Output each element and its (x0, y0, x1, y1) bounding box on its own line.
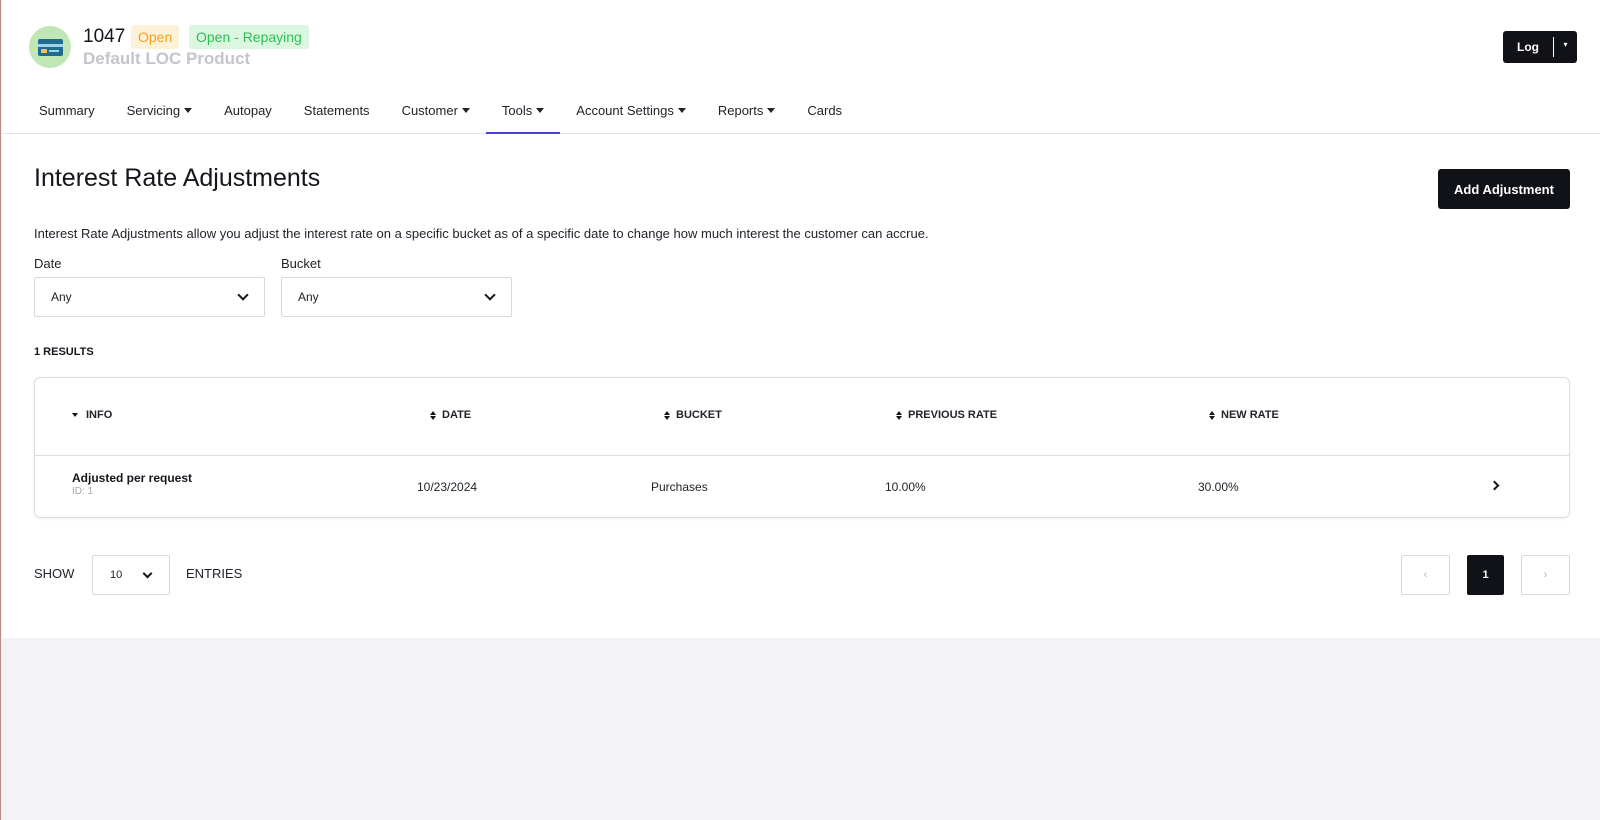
column-label: INFO (86, 409, 113, 421)
date-filter-label: Date (34, 256, 62, 271)
row-new-rate: 30.00% (1198, 480, 1239, 494)
results-count: 1 RESULTS (34, 346, 94, 358)
caret-down-icon (536, 107, 545, 113)
sort-icon (1209, 410, 1215, 420)
row-id: ID: 1 (72, 486, 94, 497)
nav-tab-customer[interactable]: Customer (386, 86, 486, 134)
account-id: 1047 (83, 26, 126, 47)
page-1-button[interactable]: 1 (1467, 555, 1504, 595)
caret-down-icon (767, 107, 776, 113)
substatus-badge: Open - Repaying (189, 25, 309, 49)
page-size-value: 10 (110, 569, 123, 581)
account-avatar (29, 26, 71, 68)
nav-tab-cards[interactable]: Cards (791, 86, 858, 134)
nav-tab-label: Servicing (126, 102, 181, 118)
nav-tab-account-settings[interactable]: Account Settings (560, 86, 702, 134)
nav-tab-label: Account Settings (576, 102, 674, 118)
page-size-select[interactable]: 10 (92, 555, 170, 595)
account-nav: Summary Servicing Autopay Statements Custome… (23, 86, 858, 135)
chevron-down-icon (237, 289, 249, 301)
next-page-button[interactable]: › (1521, 555, 1570, 595)
date-filter-select[interactable]: Any (34, 277, 265, 317)
add-adjustment-button[interactable]: Add Adjustment (1438, 169, 1570, 209)
status-badge: Open (131, 25, 180, 49)
product-name: Default LOC Product (83, 49, 251, 68)
nav-tab-label: Statements (303, 102, 370, 118)
app-page: 1047 Open Open - Repaying Default LOC Pr… (0, 0, 1600, 820)
show-label: SHOW (34, 566, 75, 581)
account-header: 1047 Open Open - Repaying Default LOC Pr… (2, 0, 1600, 135)
column-header-date[interactable]: DATE (430, 409, 471, 421)
prev-page-button[interactable]: ‹ (1401, 555, 1450, 595)
entries-label: ENTRIES (186, 566, 243, 581)
nav-tab-label: Customer (401, 102, 458, 118)
row-previous-rate: 10.00% (885, 480, 926, 494)
caret-down-icon (461, 107, 470, 113)
nav-tab-label: Summary (39, 102, 95, 118)
chevron-down-icon (484, 289, 496, 301)
log-button[interactable]: Log ▾ (1503, 31, 1577, 63)
bucket-filter-label: Bucket (281, 256, 321, 271)
nav-tab-label: Autopay (224, 102, 272, 118)
column-label: DATE (442, 409, 472, 421)
table-row[interactable]: Adjusted per request ID: 1 10/23/2024 Pu… (35, 456, 1569, 517)
page-title: Interest Rate Adjustments (34, 164, 321, 192)
nav-tab-servicing[interactable]: Servicing (111, 86, 208, 134)
sort-icon (430, 410, 436, 420)
date-filter-value: Any (51, 290, 72, 304)
bucket-filter-value: Any (298, 290, 319, 304)
nav-tab-reports[interactable]: Reports (702, 86, 792, 134)
sort-icon (664, 410, 670, 420)
sort-desc-icon (72, 413, 78, 417)
column-label: BUCKET (676, 409, 722, 421)
column-header-previous-rate[interactable]: PREVIOUS RATE (896, 409, 997, 421)
row-date: 10/23/2024 (417, 480, 478, 494)
column-header-new-rate[interactable]: NEW RATE (1209, 409, 1279, 421)
sort-icon (896, 410, 902, 420)
column-label: PREVIOUS RATE (908, 409, 998, 421)
nav-tab-statements[interactable]: Statements (288, 86, 386, 134)
row-bucket: Purchases (651, 480, 708, 494)
chevron-down-icon (142, 568, 153, 578)
column-header-info[interactable]: INFO (72, 409, 112, 421)
log-button-label[interactable]: Log (1503, 40, 1553, 54)
column-label: NEW RATE (1221, 409, 1279, 421)
adjustments-table: INFO DATE BUCKET PREVIOUS RATE NEW RATE (34, 377, 1570, 518)
credit-card-icon (37, 38, 63, 56)
caret-down-icon (184, 107, 193, 113)
table-header: INFO DATE BUCKET PREVIOUS RATE NEW RATE (35, 378, 1569, 456)
page-description: Interest Rate Adjustments allow you adju… (34, 226, 929, 241)
caret-down-icon (677, 107, 686, 113)
nav-tab-tools[interactable]: Tools (485, 86, 561, 135)
nav-tab-label: Tools (501, 102, 533, 118)
nav-tab-label: Cards (807, 102, 843, 118)
main-content: Interest Rate Adjustments Add Adjustment… (2, 134, 1600, 638)
caret-down-icon[interactable]: ▾ (1554, 40, 1577, 49)
column-header-bucket[interactable]: BUCKET (664, 409, 722, 421)
bucket-filter-select[interactable]: Any (281, 277, 512, 317)
nav-tab-autopay[interactable]: Autopay (208, 86, 288, 134)
chevron-right-icon[interactable] (1489, 480, 1500, 491)
nav-tab-label: Reports (717, 102, 764, 118)
nav-tab-summary[interactable]: Summary (23, 86, 111, 134)
row-info-title: Adjusted per request (72, 471, 193, 485)
